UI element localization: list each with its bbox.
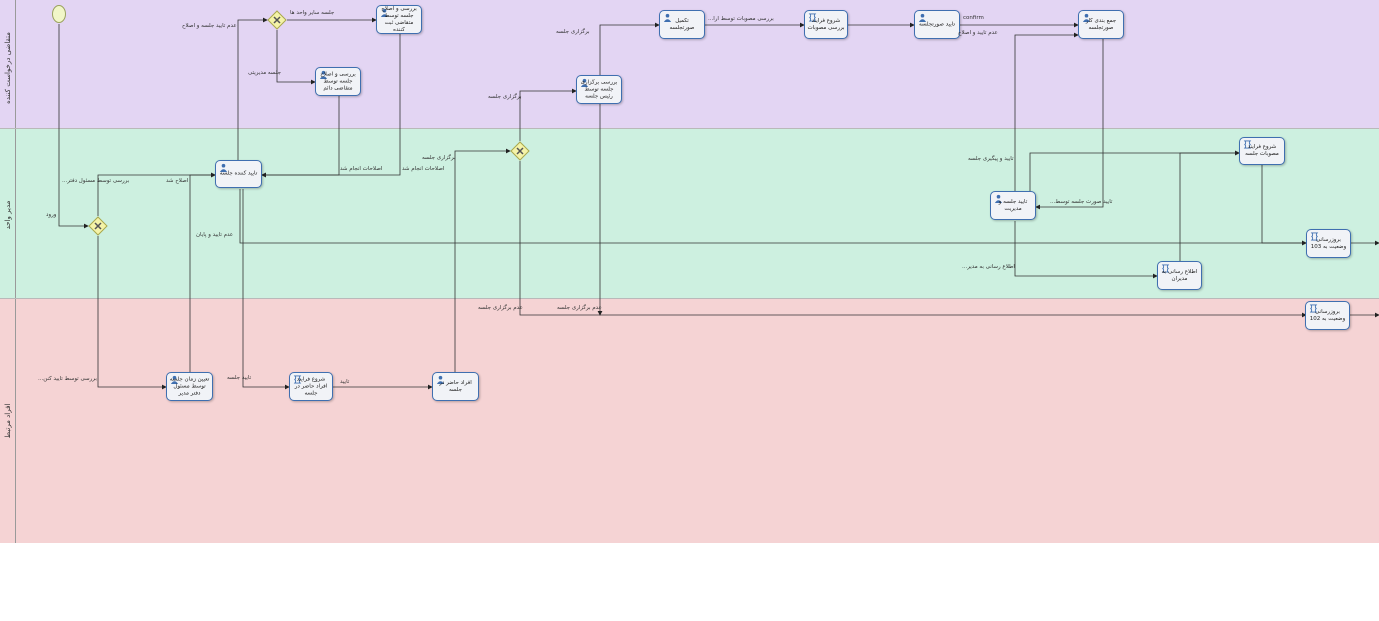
flow [276,30,316,85]
edge-label: جلسه مدیریتی [248,70,281,76]
edge-label: اصلاح شد [166,178,189,184]
bpmn-canvas: متقاضی درخواست کننده مدیر واحد افراد مرت… [0,0,1379,543]
edge-label: برگزاری جلسه [488,94,522,100]
flow [242,189,290,390]
task-review-hold[interactable]: بررسی برگزاری جلسه توسط رئیس جلسه [576,75,622,104]
flow [189,172,216,372]
task-label: افراد حاضر در جلسه [439,379,472,393]
task-label: شروع فرآیند افراد حاضر در جلسه [294,376,328,396]
task-label: شروع فرآیند بررسی مصوبات [807,17,845,31]
edge-label: جلسه سایر واحد ها [290,10,335,16]
task-label: تایید صورتجلسه [919,21,955,27]
task-label: اطلاع رسانی به مدیران [1161,268,1198,282]
flow [1014,221,1158,279]
exclusive-gateway-1[interactable] [88,216,108,236]
edge-label: اطلاع رسانی به مدیر... [962,264,1015,270]
flow [454,148,511,372]
edge-label: عدم تایید جلسه و اصلاح [182,23,237,29]
task-label: بروزرسانی وضعیت به 102 [1309,308,1346,322]
flow [97,236,167,390]
flow [1035,39,1104,210]
edge-label: برگزاری جلسه [422,155,456,161]
task-label: تایید جلسه و مدیریت [998,198,1028,212]
task-label: تعیین زمان جلسه توسط مسئول دفتر مدیر [169,376,210,396]
task-label: بررسی برگزاری جلسه توسط رئیس جلسه [580,79,618,99]
task-collect[interactable]: جمع بندی کار صورتجلسه [1078,10,1124,39]
task-confirm-minutes[interactable]: تایید صورتجلسه [914,10,960,39]
edge-label: تایید [340,379,350,385]
task-label: شروع فرآیند مصوبات جلسه [1245,144,1279,157]
flow [599,22,660,76]
task-label: بروزرسانی وضعیت به 103 [1310,236,1347,250]
flow [261,34,401,178]
edge-label: بررسی مصوبات توسط ارا... [708,16,774,22]
task-confirm-session[interactable]: تایید کننده جلسه [215,160,262,188]
task-label: تایید کننده جلسه [219,170,258,177]
flow [519,161,1307,318]
task-start-attend[interactable]: شروع فرآیند افراد حاضر در جلسه [289,372,333,401]
edge-label: بررسی توسط تایید کنن... [38,376,97,382]
edge-label: اصلاحات انجام شد [402,166,445,172]
edge-label: اصلاحات انجام شد [340,166,383,172]
edge-label: confirm [963,15,984,21]
task-determine-time[interactable]: تعیین زمان جلسه توسط مسئول دفتر مدیر [166,372,213,401]
task-attendees[interactable]: افراد حاضر در جلسه [432,372,479,401]
exclusive-gateway-icon [267,10,287,30]
edge-label: تایید صورت جلسه توسط... [1050,199,1113,205]
edge-label: عدم تایید و پایان [196,232,234,238]
flow [1179,150,1240,261]
edge-label: عدم برگزاری جلسه [478,305,523,311]
task-review-absent[interactable]: بررسی و اصلاح جلسه توسط متقاضی دائم [315,67,361,96]
task-label: تکمیل صورتجلسه [669,17,695,31]
exclusive-gateway-2[interactable] [267,10,287,30]
task-update-status-2[interactable]: بروزرسانی وضعیت به 102 [1305,301,1350,330]
task-label: بررسی و اصلاح جلسه توسط متقاضی ثبت کننده [381,5,417,33]
exclusive-gateway-icon [88,216,108,236]
edge-label: تایید و پیگیری جلسه [968,156,1014,162]
task-label: بررسی و اصلاح جلسه توسط متقاضی دائم [320,71,356,91]
task-label: جمع بندی کار صورتجلسه [1085,17,1117,31]
task-update-status[interactable]: بروزرسانی وضعیت به 103 [1306,229,1351,258]
flow [1014,32,1079,193]
task-start-approvals[interactable]: شروع فرآیند مصوبات جلسه [1239,137,1285,165]
task-manager-confirm[interactable]: تایید جلسه و مدیریت [990,191,1036,220]
flow [239,189,1307,246]
flow [58,24,89,229]
edge-label: عدم برگزاری جلسه [557,305,602,311]
exclusive-gateway-3[interactable] [510,141,530,161]
flow [519,88,577,141]
task-minutes[interactable]: تکمیل صورتجلسه [659,10,705,39]
flow [1029,150,1240,193]
task-start-review[interactable]: شروع فرآیند بررسی مصوبات [804,10,848,39]
edge-label: تایید جلسه [227,375,252,381]
exclusive-gateway-icon [510,141,530,161]
edge-label: ورود [46,212,57,218]
edge-label: برگزاری جلسه [556,29,590,35]
flow [237,17,268,160]
task-notify[interactable]: اطلاع رسانی به مدیران [1157,261,1202,290]
flow [261,96,340,178]
task-review-edit[interactable]: بررسی و اصلاح جلسه توسط متقاضی ثبت کننده [376,5,422,34]
flow [1261,165,1307,246]
edge-label: عدم تایید و اصلاح [958,30,998,36]
start-event[interactable] [52,5,66,23]
edge-label: بررسی توسط مسئول دفتر... [62,178,130,184]
